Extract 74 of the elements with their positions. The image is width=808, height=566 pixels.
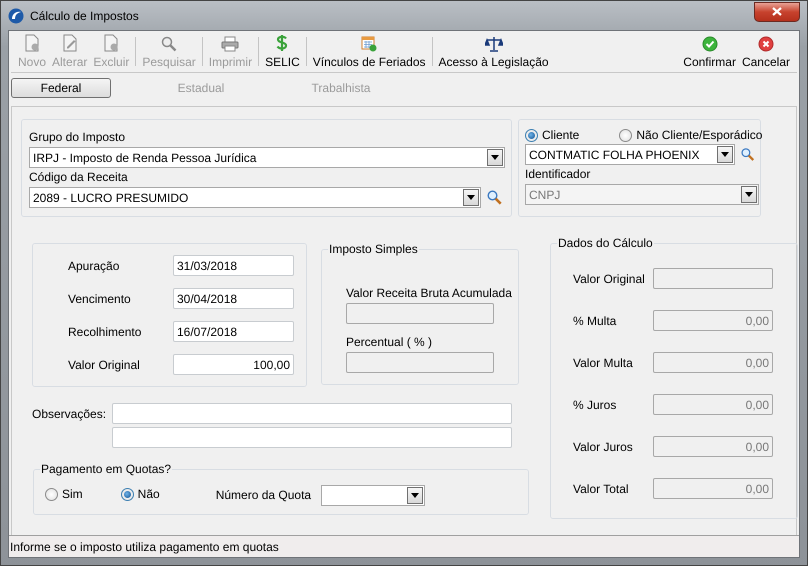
radio-option[interactable]: Não <box>120 487 160 501</box>
field-label: Vencimento <box>68 292 132 306</box>
input-field[interactable] <box>112 427 512 448</box>
radio-option[interactable]: Cliente <box>525 128 580 142</box>
dropdown-button[interactable] <box>463 189 479 206</box>
dropdown-button[interactable] <box>487 149 503 166</box>
date-field[interactable]: 16/07/2018 <box>173 321 294 342</box>
close-circle-icon <box>758 36 774 52</box>
search-icon[interactable] <box>487 190 502 205</box>
close-icon <box>772 7 782 16</box>
search-icon <box>161 36 178 52</box>
document-icon <box>103 34 120 52</box>
calendar-icon <box>361 36 378 52</box>
field-label: Valor Original <box>573 272 646 286</box>
input-field[interactable] <box>653 268 773 289</box>
dropdown-button[interactable] <box>716 146 733 163</box>
field-label: Grupo do Imposto <box>29 130 126 144</box>
input-field[interactable]: 0,00 <box>653 478 773 499</box>
toolbar-button[interactable]: Acesso à Legislação <box>436 33 552 70</box>
date-field[interactable]: 31/03/2018 <box>173 255 294 276</box>
dropdown-button[interactable] <box>407 486 424 504</box>
input-field[interactable]: 0,00 <box>653 436 773 457</box>
input-field[interactable] <box>112 403 512 424</box>
search-icon[interactable] <box>740 147 754 162</box>
client-dropdown[interactable]: CONTMATIC FOLHA PHOENIX <box>525 144 735 165</box>
field-label: % Juros <box>573 398 618 412</box>
field-label: Percentual ( % ) <box>346 335 432 349</box>
amount-field[interactable]: 100,00 <box>173 354 294 375</box>
caret-icon <box>720 152 729 157</box>
printer-icon <box>221 36 240 52</box>
date-field[interactable]: 30/04/2018 <box>173 288 294 309</box>
radio-option[interactable]: Sim <box>45 487 83 501</box>
tab[interactable]: Federal <box>11 78 111 98</box>
radio-option[interactable]: Não Cliente/Esporádico <box>619 128 762 142</box>
input-field[interactable]: 0,00 <box>653 394 773 415</box>
field-label: Observações: <box>32 406 108 420</box>
group-title: Dados do Cálculo <box>557 236 654 250</box>
caret-icon <box>411 492 420 498</box>
input-field[interactable] <box>346 352 494 373</box>
app-logo-icon <box>8 8 24 24</box>
field-label: Identificador <box>525 167 590 181</box>
field-label: Valor Multa <box>573 356 634 370</box>
input-field[interactable]: 0,00 <box>653 352 773 373</box>
document-pencil-icon <box>62 34 78 52</box>
field-label: Código da Receita <box>29 170 128 184</box>
input-field[interactable]: 0,00 <box>653 310 773 331</box>
caret-icon <box>745 192 753 197</box>
field-label: Valor Juros <box>573 440 634 454</box>
document-icon <box>24 34 40 52</box>
toolbar-button[interactable]: Vínculos de Feriados <box>310 33 428 70</box>
field-label: Apuração <box>68 258 120 272</box>
close-button[interactable] <box>754 2 800 22</box>
caret-icon <box>491 155 499 160</box>
tax-group-dropdown[interactable]: IRPJ - Imposto de Renda Pessoa Jurídica <box>29 147 505 168</box>
dollar-icon <box>276 34 288 52</box>
input-field[interactable] <box>346 303 494 324</box>
toolbar-button[interactable]: Confirmar <box>680 33 739 70</box>
toolbar-button[interactable]: Cancelar <box>738 33 793 70</box>
status-text: Informe se o imposto utiliza pagamento em quotas <box>10 540 279 554</box>
field-label: Valor Original <box>68 358 141 372</box>
check-circle-icon <box>702 36 718 52</box>
scales-icon <box>484 36 503 52</box>
toolbar-button[interactable]: SELIC <box>262 33 303 70</box>
window-title: Cálculo de Impostos <box>30 8 140 22</box>
group-title: Imposto Simples <box>328 242 419 256</box>
field-label: Valor Receita Bruta Acumulada <box>346 286 512 300</box>
field-label: Número da Quota <box>216 488 312 502</box>
group-title: Pagamento em Quotas? <box>40 462 172 476</box>
quota-number-dropdown[interactable] <box>321 484 426 506</box>
field-label: Recolhimento <box>68 324 142 338</box>
caret-icon <box>467 195 475 200</box>
revenue-code-dropdown[interactable]: 2089 - LUCRO PRESUMIDO <box>29 187 481 208</box>
field-label: Valor Total <box>573 482 630 496</box>
field-label: % Multa <box>573 314 618 328</box>
